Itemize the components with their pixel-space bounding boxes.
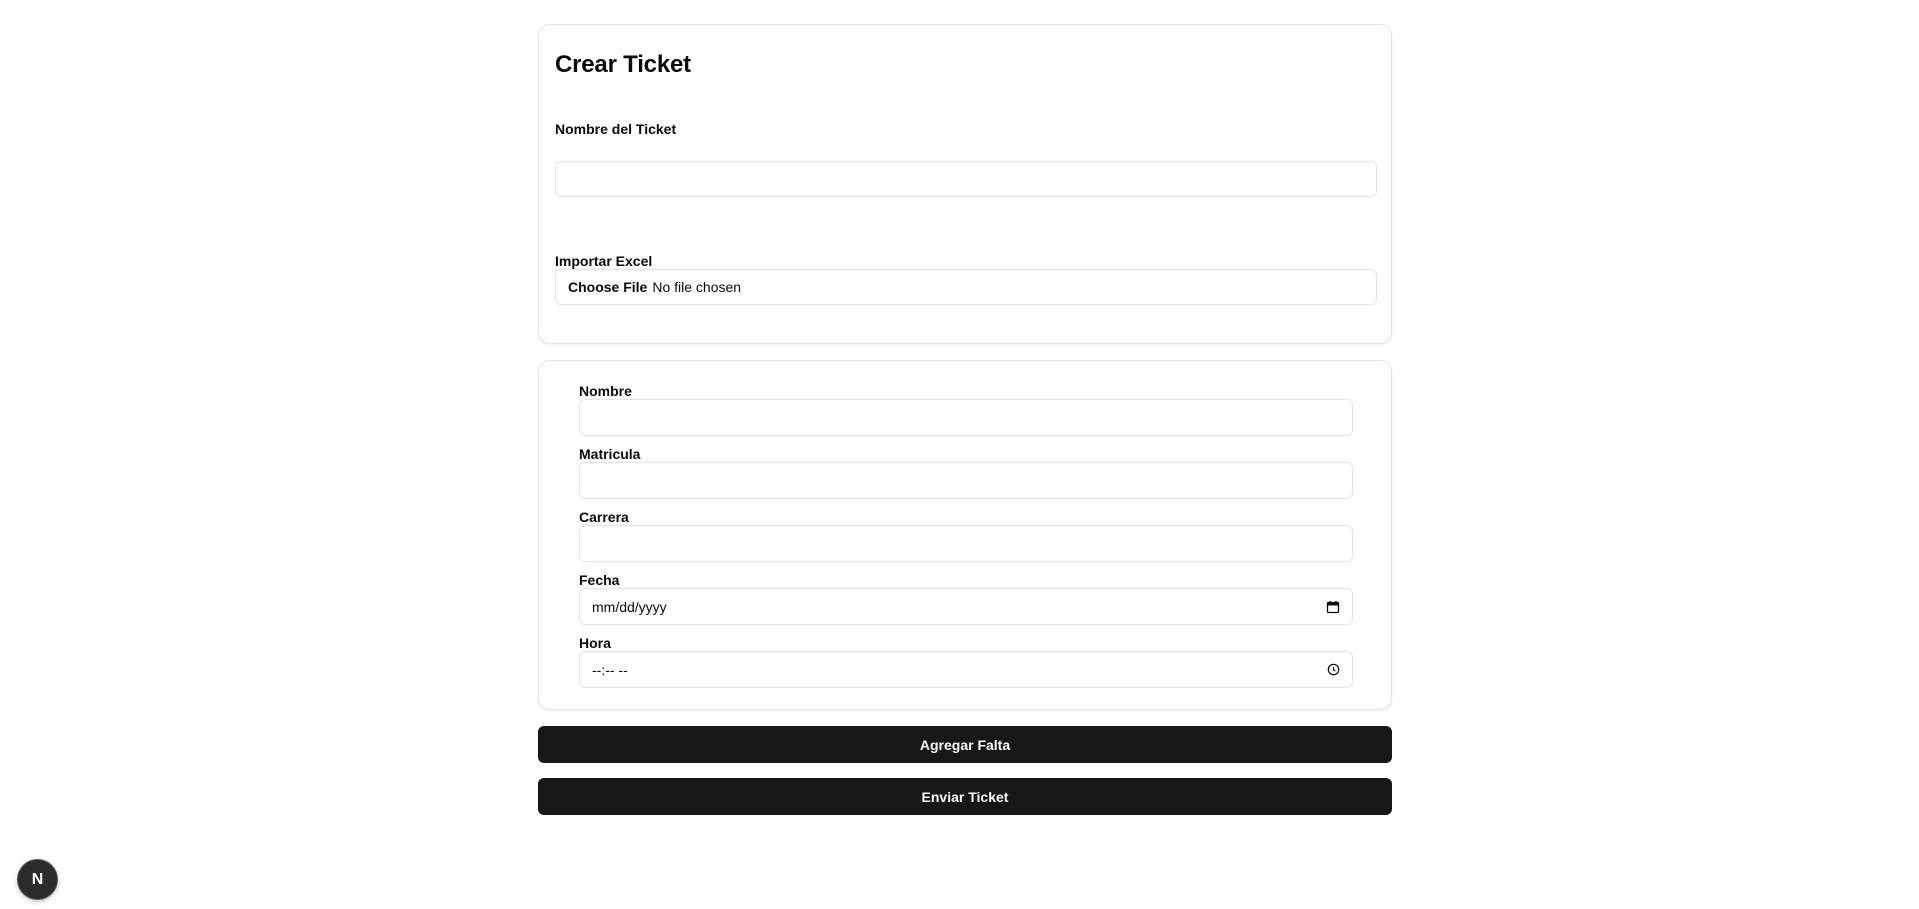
file-status-text: No file chosen: [652, 279, 742, 295]
file-input[interactable]: Choose File No file chosen: [555, 269, 1377, 305]
fecha-input[interactable]: mm/dd/yyyy: [579, 588, 1353, 625]
calendar-icon[interactable]: [1326, 600, 1340, 614]
fecha-label: Fecha: [579, 572, 620, 588]
page: Crear Ticket Nombre del Ticket Importar …: [0, 0, 1919, 909]
import-excel-label: Importar Excel: [555, 253, 653, 269]
matricula-label: Matricula: [579, 446, 641, 462]
matricula-input[interactable]: [579, 462, 1353, 499]
carrera-input[interactable]: [579, 525, 1353, 562]
hora-label: Hora: [579, 635, 611, 651]
nextjs-dev-badge[interactable]: N: [18, 860, 57, 899]
next-logo-icon: N: [31, 870, 44, 888]
ticket-name-input[interactable]: [555, 161, 1377, 197]
form-container: Crear Ticket Nombre del Ticket Importar …: [538, 24, 1392, 815]
hora-placeholder: --:-- --: [592, 661, 628, 678]
fecha-placeholder: mm/dd/yyyy: [592, 598, 667, 615]
clock-icon[interactable]: [1327, 663, 1340, 676]
page-title: Crear Ticket: [555, 51, 691, 78]
nombre-input[interactable]: [579, 399, 1353, 436]
carrera-label: Carrera: [579, 509, 629, 525]
hora-input[interactable]: --:-- --: [579, 651, 1353, 688]
ticket-name-label: Nombre del Ticket: [555, 121, 677, 137]
falta-card: Nombre Matricula Carrera Fecha mm/dd/yyy…: [538, 360, 1392, 710]
add-falta-button[interactable]: Agregar Falta: [538, 726, 1392, 763]
nombre-label: Nombre: [579, 383, 632, 399]
ticket-card: Crear Ticket Nombre del Ticket Importar …: [538, 24, 1392, 344]
choose-file-button[interactable]: Choose File: [568, 279, 647, 295]
send-ticket-button[interactable]: Enviar Ticket: [538, 778, 1392, 815]
